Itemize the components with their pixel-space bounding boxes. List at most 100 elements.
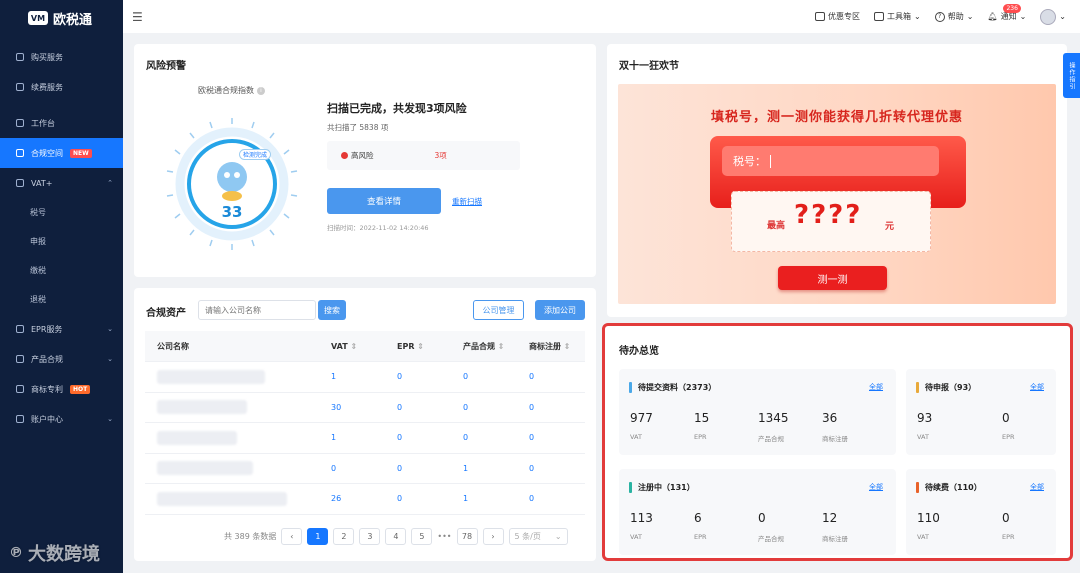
company-manage-button[interactable]: 公司管理 [473,300,524,320]
prev-page-button[interactable]: ‹ [281,528,303,545]
col-epr[interactable]: EPR ⇕ [383,342,449,351]
help-label: 帮助 [947,12,964,21]
vat-cell[interactable]: 30 [317,403,383,412]
col-epr-label: EPR [397,341,415,351]
todo-stat[interactable]: 113 VAT [630,511,653,541]
test-button[interactable]: 测一测 [778,266,887,290]
notification-menu[interactable]: 🔔︎ 通知 236 ⌄ [987,4,1026,22]
col-vat[interactable]: VAT ⇕ [317,342,383,351]
todo-stat[interactable]: 0 EPR [1002,411,1015,441]
sidebar-item-trademark[interactable]: 商标专利 HOT [0,374,123,404]
sidebar-sub-tax-number[interactable]: 税号 [0,198,123,227]
table-row[interactable]: 1 0 0 0 [145,362,585,393]
account-icon [16,415,24,423]
stat-label: 产品合规 [758,435,784,443]
help-menu[interactable]: ? 帮助 ⌄ [934,11,973,22]
product-cell[interactable]: 1 [449,464,515,473]
sidebar-item-epr[interactable]: EPR服务 ⌄ [0,314,123,344]
page-ellipsis[interactable]: ••• [437,532,451,541]
sidebar-item-vat[interactable]: VAT+ ⌃ [0,168,123,198]
sidebar-item-workbench[interactable]: 工作台 [0,108,123,138]
todo-stat[interactable]: 93 VAT [917,411,932,441]
trademark-cell[interactable]: 0 [515,464,585,473]
vat-cell[interactable]: 0 [317,464,383,473]
todo-stat[interactable]: 12 商标注册 [822,511,848,543]
table-row[interactable]: 1 0 0 0 [145,423,585,454]
view-all-link[interactable]: 全部 [869,382,883,392]
todo-stat[interactable]: 15 EPR [694,411,709,441]
promo-zone-link[interactable]: 优惠专区 [815,11,860,22]
vat-cell[interactable]: 1 [317,433,383,442]
trademark-cell[interactable]: 0 [515,433,585,442]
bell-icon: 🔔︎ [987,12,998,21]
todo-stat[interactable]: 977 VAT [630,411,653,441]
product-cell[interactable]: 1 [449,494,515,503]
sidebar-sub-declare[interactable]: 申报 [0,227,123,256]
table-row[interactable]: 26 0 1 0 [145,484,585,515]
menu-toggle-icon[interactable]: ☰ [132,10,143,24]
app-logo[interactable]: VM 欧税通 [0,0,123,36]
info-icon[interactable]: i [257,86,265,95]
sidebar-sub-pay-tax[interactable]: 缴税 [0,256,123,285]
table-row[interactable]: 30 0 0 0 [145,393,585,423]
stat-label: VAT [917,533,929,541]
epr-cell[interactable]: 0 [383,433,449,442]
high-risk-row: 高风险 3项 [327,141,520,170]
operation-guide-tab[interactable]: 操作指引 [1063,53,1080,98]
trademark-cell[interactable]: 0 [515,494,585,503]
sidebar-item-product-compliance[interactable]: 产品合规 ⌄ [0,344,123,374]
view-all-link[interactable]: 全部 [1030,382,1044,392]
col-product[interactable]: 产品合规 ⇕ [449,341,515,352]
trademark-cell[interactable]: 0 [515,403,585,412]
next-page-button[interactable]: › [482,528,504,545]
epr-cell[interactable]: 0 [383,494,449,503]
sidebar-item-account[interactable]: 账户中心 ⌄ [0,404,123,434]
trademark-cell[interactable]: 0 [515,372,585,381]
add-company-button[interactable]: 添加公司 [535,300,585,320]
sidebar-item-compliance-space[interactable]: 合规空间 NEW [0,138,123,168]
todo-stat[interactable]: 0 产品合规 [758,511,784,543]
product-cell[interactable]: 0 [449,372,515,381]
promo-zone-label: 优惠专区 [828,12,861,21]
sidebar-item-label: 商标专利 [31,384,63,394]
stat-label: VAT [630,433,642,441]
view-all-link[interactable]: 全部 [1030,482,1044,492]
epr-cell[interactable]: 0 [383,372,449,381]
page-size-select[interactable]: 5 条/页 ⌄ [508,528,568,545]
page-button[interactable]: 3 [359,528,381,545]
todo-stat[interactable]: 0 EPR [1002,511,1015,541]
rescan-link[interactable]: 重新扫描 [452,196,482,207]
todo-stat[interactable]: 1345 产品合规 [758,411,789,443]
epr-cell[interactable]: 0 [383,403,449,412]
high-risk-label: 高风险 [351,151,374,160]
col-trademark[interactable]: 商标注册 ⇕ [515,341,585,352]
toolbox-menu[interactable]: 工具箱 ⌄ [874,11,921,22]
view-details-button[interactable]: 查看详情 [327,188,441,214]
promo-card-title: 双十一狂欢节 [619,61,679,72]
sidebar-item-buy-service[interactable]: 购买服务 [0,42,123,72]
product-cell[interactable]: 0 [449,403,515,412]
tax-number-input[interactable]: 税号： [722,146,939,176]
page-button[interactable]: 4 [385,528,407,545]
page-button[interactable]: 1 [307,528,329,545]
page-button[interactable]: 2 [333,528,355,545]
todo-stat[interactable]: 110 VAT [917,511,940,541]
top-bar: ☰ 优惠专区 工具箱 ⌄ ? 帮助 ⌄ 🔔︎ 通知 236 ⌄ ⌄ [123,0,1080,33]
todo-stat[interactable]: 6 EPR [694,511,707,541]
company-search-input[interactable] [198,300,316,320]
sidebar-sub-refund[interactable]: 退税 [0,285,123,314]
todo-stat[interactable]: 36 商标注册 [822,411,848,443]
stat-value: 12 [822,511,838,525]
page-button[interactable]: 78 [456,528,478,545]
stat-value: 0 [758,511,766,525]
page-button[interactable]: 5 [411,528,433,545]
sidebar-item-renew-service[interactable]: 续费服务 [0,72,123,102]
view-all-link[interactable]: 全部 [869,482,883,492]
table-row[interactable]: 0 0 1 0 [145,454,585,484]
vat-cell[interactable]: 1 [317,372,383,381]
vat-cell[interactable]: 26 [317,494,383,503]
epr-cell[interactable]: 0 [383,464,449,473]
product-cell[interactable]: 0 [449,433,515,442]
search-button[interactable]: 搜索 [318,300,346,320]
user-menu[interactable]: ⌄ [1040,8,1066,25]
